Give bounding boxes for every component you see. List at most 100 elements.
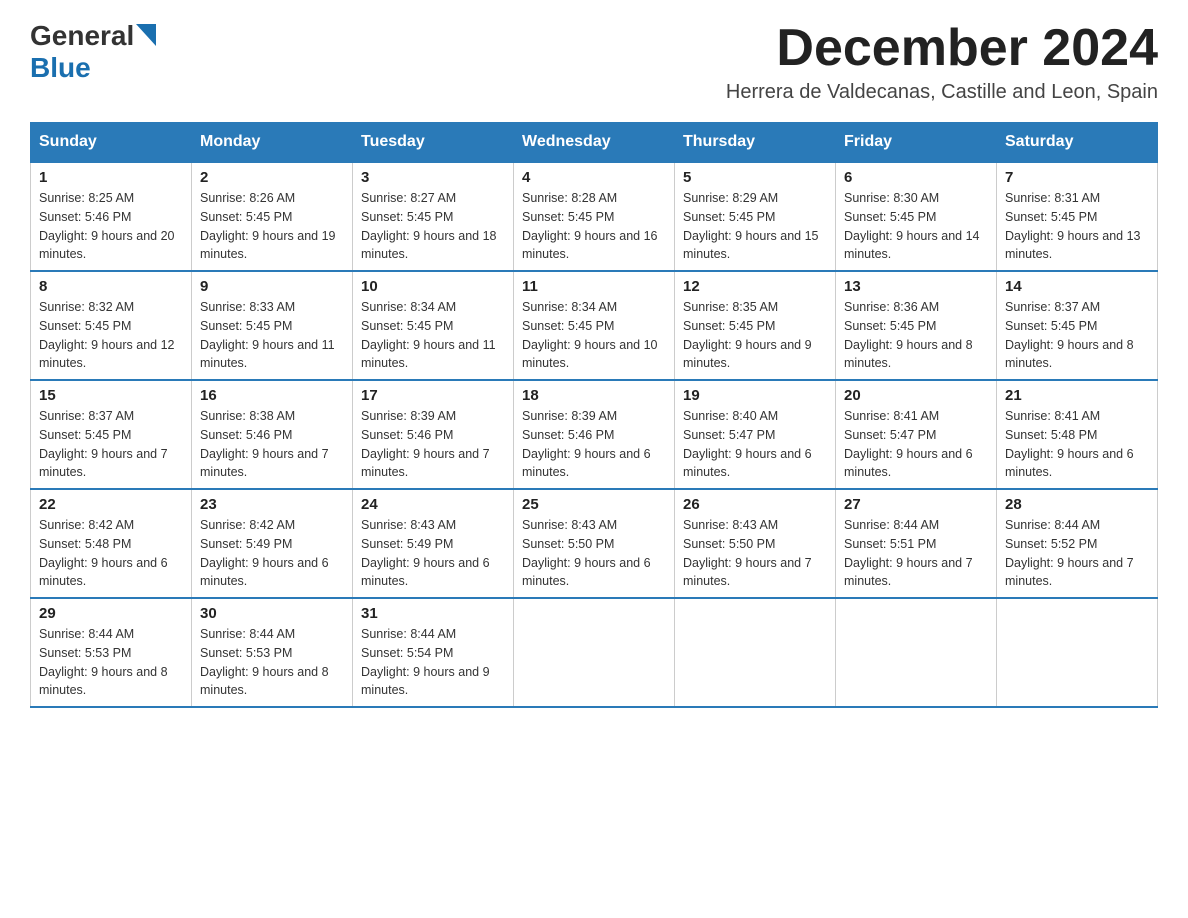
day-info: Sunrise: 8:41 AMSunset: 5:47 PMDaylight:… bbox=[844, 407, 988, 482]
logo: General Blue bbox=[30, 20, 156, 84]
day-number: 1 bbox=[39, 169, 183, 186]
day-info: Sunrise: 8:25 AMSunset: 5:46 PMDaylight:… bbox=[39, 189, 183, 264]
calendar-cell: 13 Sunrise: 8:36 AMSunset: 5:45 PMDayligh… bbox=[836, 271, 997, 380]
month-title: December 2024 bbox=[726, 20, 1158, 77]
calendar-cell: 4 Sunrise: 8:28 AMSunset: 5:45 PMDaylight… bbox=[514, 162, 675, 271]
calendar-cell: 20 Sunrise: 8:41 AMSunset: 5:47 PMDayligh… bbox=[836, 380, 997, 489]
calendar-cell bbox=[514, 598, 675, 707]
calendar-week-row: 22Sunrise: 8:42 AMSunset: 5:48 PMDayligh… bbox=[31, 489, 1158, 598]
calendar-week-row: 29 Sunrise: 8:44 AMSunset: 5:53 PMDayligh… bbox=[31, 598, 1158, 707]
day-number: 4 bbox=[522, 169, 666, 186]
calendar-cell: 3 Sunrise: 8:27 AMSunset: 5:45 PMDaylight… bbox=[353, 162, 514, 271]
calendar-cell: 11 Sunrise: 8:34 AMSunset: 5:45 PMDayligh… bbox=[514, 271, 675, 380]
calendar-body: 1 Sunrise: 8:25 AMSunset: 5:46 PMDaylight… bbox=[31, 162, 1158, 707]
day-info: Sunrise: 8:42 AMSunset: 5:48 PMDaylight:… bbox=[39, 516, 183, 591]
day-info: Sunrise: 8:26 AMSunset: 5:45 PMDaylight:… bbox=[200, 189, 344, 264]
day-number: 8 bbox=[39, 278, 183, 295]
day-number: 18 bbox=[522, 387, 666, 404]
day-info: Sunrise: 8:37 AMSunset: 5:45 PMDaylight:… bbox=[39, 407, 183, 482]
calendar-cell: 31Sunrise: 8:44 AMSunset: 5:54 PMDayligh… bbox=[353, 598, 514, 707]
day-number: 17 bbox=[361, 387, 505, 404]
calendar-cell: 28 Sunrise: 8:44 AMSunset: 5:52 PMDayligh… bbox=[997, 489, 1158, 598]
day-info: Sunrise: 8:44 AMSunset: 5:54 PMDaylight:… bbox=[361, 625, 505, 700]
day-info: Sunrise: 8:34 AMSunset: 5:45 PMDaylight:… bbox=[361, 298, 505, 373]
day-info: Sunrise: 8:42 AMSunset: 5:49 PMDaylight:… bbox=[200, 516, 344, 591]
day-number: 27 bbox=[844, 496, 988, 513]
day-number: 13 bbox=[844, 278, 988, 295]
day-info: Sunrise: 8:30 AMSunset: 5:45 PMDaylight:… bbox=[844, 189, 988, 264]
calendar-cell: 15 Sunrise: 8:37 AMSunset: 5:45 PMDayligh… bbox=[31, 380, 192, 489]
day-info: Sunrise: 8:40 AMSunset: 5:47 PMDaylight:… bbox=[683, 407, 827, 482]
calendar-cell bbox=[997, 598, 1158, 707]
calendar-header-tuesday: Tuesday bbox=[353, 123, 514, 163]
day-info: Sunrise: 8:27 AMSunset: 5:45 PMDaylight:… bbox=[361, 189, 505, 264]
calendar-cell: 17 Sunrise: 8:39 AMSunset: 5:46 PMDayligh… bbox=[353, 380, 514, 489]
calendar-header-monday: Monday bbox=[192, 123, 353, 163]
day-number: 25 bbox=[522, 496, 666, 513]
day-info: Sunrise: 8:36 AMSunset: 5:45 PMDaylight:… bbox=[844, 298, 988, 373]
calendar-cell: 10Sunrise: 8:34 AMSunset: 5:45 PMDayligh… bbox=[353, 271, 514, 380]
calendar-week-row: 15 Sunrise: 8:37 AMSunset: 5:45 PMDayligh… bbox=[31, 380, 1158, 489]
day-number: 3 bbox=[361, 169, 505, 186]
day-info: Sunrise: 8:39 AMSunset: 5:46 PMDaylight:… bbox=[361, 407, 505, 482]
calendar-cell: 14 Sunrise: 8:37 AMSunset: 5:45 PMDayligh… bbox=[997, 271, 1158, 380]
calendar-header-thursday: Thursday bbox=[675, 123, 836, 163]
day-number: 6 bbox=[844, 169, 988, 186]
day-number: 23 bbox=[200, 496, 344, 513]
calendar-cell: 8 Sunrise: 8:32 AMSunset: 5:45 PMDaylight… bbox=[31, 271, 192, 380]
day-info: Sunrise: 8:39 AMSunset: 5:46 PMDaylight:… bbox=[522, 407, 666, 482]
day-info: Sunrise: 8:43 AMSunset: 5:49 PMDaylight:… bbox=[361, 516, 505, 591]
calendar-cell: 24 Sunrise: 8:43 AMSunset: 5:49 PMDayligh… bbox=[353, 489, 514, 598]
calendar-cell: 6 Sunrise: 8:30 AMSunset: 5:45 PMDaylight… bbox=[836, 162, 997, 271]
title-area: December 2024 Herrera de Valdecanas, Cas… bbox=[726, 20, 1158, 104]
day-number: 15 bbox=[39, 387, 183, 404]
day-number: 20 bbox=[844, 387, 988, 404]
day-info: Sunrise: 8:44 AMSunset: 5:52 PMDaylight:… bbox=[1005, 516, 1149, 591]
day-info: Sunrise: 8:34 AMSunset: 5:45 PMDaylight:… bbox=[522, 298, 666, 373]
calendar-cell: 2 Sunrise: 8:26 AMSunset: 5:45 PMDaylight… bbox=[192, 162, 353, 271]
day-number: 7 bbox=[1005, 169, 1149, 186]
calendar-cell: 21Sunrise: 8:41 AMSunset: 5:48 PMDayligh… bbox=[997, 380, 1158, 489]
calendar-cell: 25Sunrise: 8:43 AMSunset: 5:50 PMDayligh… bbox=[514, 489, 675, 598]
calendar-cell bbox=[836, 598, 997, 707]
logo-triangle-icon bbox=[136, 24, 156, 46]
day-info: Sunrise: 8:38 AMSunset: 5:46 PMDaylight:… bbox=[200, 407, 344, 482]
calendar-cell: 16 Sunrise: 8:38 AMSunset: 5:46 PMDayligh… bbox=[192, 380, 353, 489]
day-number: 24 bbox=[361, 496, 505, 513]
calendar-cell: 30 Sunrise: 8:44 AMSunset: 5:53 PMDayligh… bbox=[192, 598, 353, 707]
day-info: Sunrise: 8:32 AMSunset: 5:45 PMDaylight:… bbox=[39, 298, 183, 373]
calendar-cell: 9Sunrise: 8:33 AMSunset: 5:45 PMDaylight… bbox=[192, 271, 353, 380]
day-number: 29 bbox=[39, 605, 183, 622]
logo-general-text: General bbox=[30, 20, 134, 52]
calendar-week-row: 1 Sunrise: 8:25 AMSunset: 5:46 PMDaylight… bbox=[31, 162, 1158, 271]
day-info: Sunrise: 8:43 AMSunset: 5:50 PMDaylight:… bbox=[683, 516, 827, 591]
day-number: 28 bbox=[1005, 496, 1149, 513]
calendar-header-saturday: Saturday bbox=[997, 123, 1158, 163]
calendar-cell: 27 Sunrise: 8:44 AMSunset: 5:51 PMDayligh… bbox=[836, 489, 997, 598]
calendar-cell: 22Sunrise: 8:42 AMSunset: 5:48 PMDayligh… bbox=[31, 489, 192, 598]
day-number: 2 bbox=[200, 169, 344, 186]
calendar-cell: 19Sunrise: 8:40 AMSunset: 5:47 PMDayligh… bbox=[675, 380, 836, 489]
day-info: Sunrise: 8:35 AMSunset: 5:45 PMDaylight:… bbox=[683, 298, 827, 373]
day-number: 11 bbox=[522, 278, 666, 295]
calendar-cell: 18 Sunrise: 8:39 AMSunset: 5:46 PMDayligh… bbox=[514, 380, 675, 489]
day-number: 14 bbox=[1005, 278, 1149, 295]
day-info: Sunrise: 8:44 AMSunset: 5:53 PMDaylight:… bbox=[200, 625, 344, 700]
day-info: Sunrise: 8:31 AMSunset: 5:45 PMDaylight:… bbox=[1005, 189, 1149, 264]
calendar-cell: 23 Sunrise: 8:42 AMSunset: 5:49 PMDayligh… bbox=[192, 489, 353, 598]
calendar-header-row: SundayMondayTuesdayWednesdayThursdayFrid… bbox=[31, 123, 1158, 163]
day-number: 16 bbox=[200, 387, 344, 404]
day-info: Sunrise: 8:37 AMSunset: 5:45 PMDaylight:… bbox=[1005, 298, 1149, 373]
day-info: Sunrise: 8:28 AMSunset: 5:45 PMDaylight:… bbox=[522, 189, 666, 264]
calendar-cell bbox=[675, 598, 836, 707]
calendar-header-friday: Friday bbox=[836, 123, 997, 163]
calendar-cell: 12Sunrise: 8:35 AMSunset: 5:45 PMDayligh… bbox=[675, 271, 836, 380]
day-number: 9 bbox=[200, 278, 344, 295]
day-number: 30 bbox=[200, 605, 344, 622]
day-info: Sunrise: 8:44 AMSunset: 5:51 PMDaylight:… bbox=[844, 516, 988, 591]
calendar-cell: 29 Sunrise: 8:44 AMSunset: 5:53 PMDayligh… bbox=[31, 598, 192, 707]
calendar-cell: 1 Sunrise: 8:25 AMSunset: 5:46 PMDaylight… bbox=[31, 162, 192, 271]
calendar-cell: 26Sunrise: 8:43 AMSunset: 5:50 PMDayligh… bbox=[675, 489, 836, 598]
day-info: Sunrise: 8:44 AMSunset: 5:53 PMDaylight:… bbox=[39, 625, 183, 700]
day-info: Sunrise: 8:29 AMSunset: 5:45 PMDaylight:… bbox=[683, 189, 827, 264]
